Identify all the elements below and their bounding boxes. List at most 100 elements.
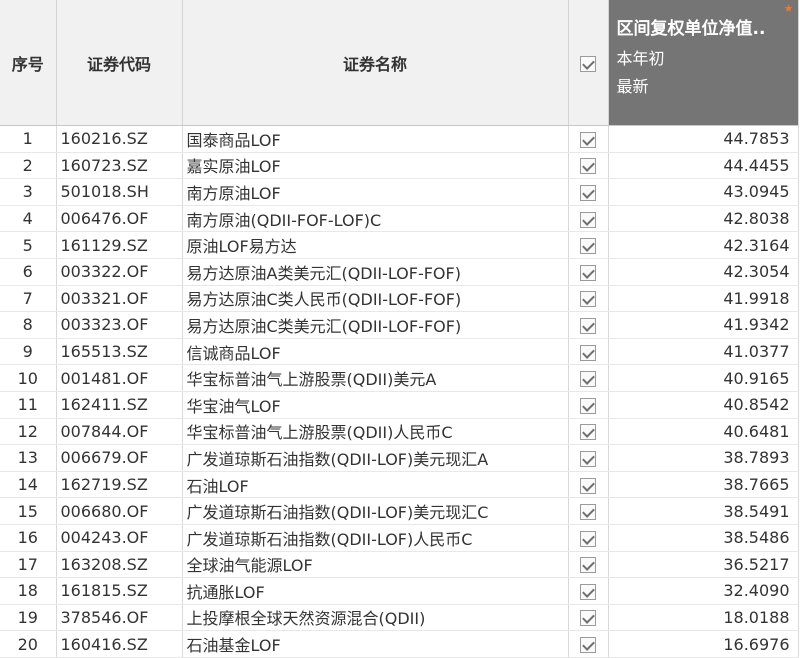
row-select-cell[interactable] (568, 524, 609, 552)
security-name[interactable]: 广发道琼斯石油指数(QDII-LOF)人民币C (182, 524, 569, 552)
row-checkbox[interactable] (580, 424, 596, 441)
row-checkbox[interactable] (580, 450, 596, 467)
table-row[interactable]: 19 378546.OF 上投摩根全球天然资源混合(QDII) 18.0188 (0, 604, 799, 632)
security-code[interactable]: 162719.SZ (56, 471, 183, 499)
security-name[interactable]: 嘉实原油LOF (182, 152, 569, 180)
table-row[interactable]: 20 160416.SZ 石油基金LOF 16.6976 (0, 630, 799, 658)
row-checkbox[interactable] (580, 637, 596, 654)
table-row[interactable]: 13 006679.OF 广发道琼斯石油指数(QDII-LOF)美元现汇A 38.78… (0, 444, 799, 472)
row-select-cell[interactable] (568, 231, 609, 259)
row-checkbox[interactable] (580, 184, 596, 201)
row-checkbox[interactable] (580, 317, 596, 334)
security-code[interactable]: 163208.SZ (56, 551, 183, 579)
security-name[interactable]: 易方达原油A类美元汇(QDII-LOF-FOF) (182, 258, 569, 286)
security-code[interactable]: 006476.OF (56, 205, 183, 233)
security-name[interactable]: 石油基金LOF (182, 630, 569, 658)
table-row[interactable]: 3 501018.SH 南方原油LOF 43.0945 (0, 178, 799, 206)
security-code[interactable]: 003322.OF (56, 258, 183, 286)
row-select-cell[interactable] (568, 125, 609, 153)
row-select-cell[interactable] (568, 471, 609, 499)
table-row[interactable]: 5 161129.SZ 原油LOF易方达 42.3164 (0, 231, 799, 259)
table-row[interactable]: 12 007844.OF 华宝标普油气上游股票(QDII)人民币C 40.6481 (0, 418, 799, 446)
row-select-cell[interactable] (568, 577, 609, 605)
security-code[interactable]: 160723.SZ (56, 152, 183, 180)
row-checkbox[interactable] (580, 583, 596, 600)
row-select-cell[interactable] (568, 630, 609, 658)
security-code[interactable]: 006679.OF (56, 444, 183, 472)
row-checkbox[interactable] (580, 477, 596, 494)
table-row[interactable]: 18 161815.SZ 抗通胀LOF 32.4090 (0, 577, 799, 605)
row-checkbox[interactable] (580, 131, 596, 148)
table-row[interactable]: 1 160216.SZ 国泰商品LOF 44.7853 (0, 125, 799, 153)
row-checkbox[interactable] (580, 371, 596, 388)
security-code[interactable]: 378546.OF (56, 604, 183, 632)
row-select-cell[interactable] (568, 205, 609, 233)
row-checkbox[interactable] (580, 557, 596, 574)
row-select-cell[interactable] (568, 178, 609, 206)
security-code[interactable]: 007844.OF (56, 418, 183, 446)
security-code[interactable]: 001481.OF (56, 364, 183, 392)
security-name[interactable]: 华宝标普油气上游股票(QDII)美元A (182, 364, 569, 392)
security-code[interactable]: 003323.OF (56, 311, 183, 339)
header-name[interactable]: 证券名称 (182, 0, 569, 126)
row-checkbox[interactable] (580, 504, 596, 521)
security-code[interactable]: 165513.SZ (56, 338, 183, 366)
table-row[interactable]: 10 001481.OF 华宝标普油气上游股票(QDII)美元A 40.9165 (0, 364, 799, 392)
row-checkbox[interactable] (580, 610, 596, 627)
table-row[interactable]: 4 006476.OF 南方原油(QDII-FOF-LOF)C 42.8038 (0, 205, 799, 233)
header-metric[interactable]: ★ 区间复权单位净值.. 本年初 最新 (608, 0, 799, 126)
row-checkbox[interactable] (580, 238, 596, 255)
security-code[interactable]: 006680.OF (56, 497, 183, 525)
row-checkbox[interactable] (580, 211, 596, 228)
table-row[interactable]: 16 004243.OF 广发道琼斯石油指数(QDII-LOF)人民币C 38.548… (0, 524, 799, 552)
security-code[interactable]: 003321.OF (56, 285, 183, 313)
row-select-cell[interactable] (568, 311, 609, 339)
security-code[interactable]: 004243.OF (56, 524, 183, 552)
select-all-checkbox[interactable] (580, 55, 596, 72)
security-code[interactable]: 160216.SZ (56, 125, 183, 153)
security-name[interactable]: 上投摩根全球天然资源混合(QDII) (182, 604, 569, 632)
security-name[interactable]: 抗通胀LOF (182, 577, 569, 605)
table-row[interactable]: 8 003323.OF 易方达原油C类美元汇(QDII-LOF-FOF) 41.934… (0, 311, 799, 339)
table-row[interactable]: 2 160723.SZ 嘉实原油LOF 44.4455 (0, 152, 799, 180)
row-select-cell[interactable] (568, 551, 609, 579)
security-name[interactable]: 国泰商品LOF (182, 125, 569, 153)
row-checkbox[interactable] (580, 291, 596, 308)
security-name[interactable]: 华宝油气LOF (182, 391, 569, 419)
security-name[interactable]: 全球油气能源LOF (182, 551, 569, 579)
table-row[interactable]: 11 162411.SZ 华宝油气LOF 40.8542 (0, 391, 799, 419)
table-row[interactable]: 14 162719.SZ 石油LOF 38.7665 (0, 471, 799, 499)
security-code[interactable]: 501018.SH (56, 178, 183, 206)
row-checkbox[interactable] (580, 264, 596, 281)
row-checkbox[interactable] (580, 344, 596, 361)
table-row[interactable]: 9 165513.SZ 信诚商品LOF 41.0377 (0, 338, 799, 366)
row-select-cell[interactable] (568, 497, 609, 525)
security-name[interactable]: 南方原油(QDII-FOF-LOF)C (182, 205, 569, 233)
row-checkbox[interactable] (580, 158, 596, 175)
security-name[interactable]: 华宝标普油气上游股票(QDII)人民币C (182, 418, 569, 446)
header-select-all[interactable] (568, 0, 609, 126)
row-select-cell[interactable] (568, 444, 609, 472)
row-select-cell[interactable] (568, 391, 609, 419)
security-code[interactable]: 161129.SZ (56, 231, 183, 259)
table-row[interactable]: 7 003321.OF 易方达原油C类人民币(QDII-LOF-FOF) 41.991… (0, 285, 799, 313)
row-select-cell[interactable] (568, 285, 609, 313)
table-row[interactable]: 15 006680.OF 广发道琼斯石油指数(QDII-LOF)美元现汇C 38.54… (0, 497, 799, 525)
security-name[interactable]: 易方达原油C类美元汇(QDII-LOF-FOF) (182, 311, 569, 339)
security-name[interactable]: 石油LOF (182, 471, 569, 499)
header-code[interactable]: 证券代码 (56, 0, 183, 126)
row-select-cell[interactable] (568, 152, 609, 180)
security-code[interactable]: 161815.SZ (56, 577, 183, 605)
security-name[interactable]: 广发道琼斯石油指数(QDII-LOF)美元现汇A (182, 444, 569, 472)
security-name[interactable]: 原油LOF易方达 (182, 231, 569, 259)
security-name[interactable]: 信诚商品LOF (182, 338, 569, 366)
security-name[interactable]: 广发道琼斯石油指数(QDII-LOF)美元现汇C (182, 497, 569, 525)
row-select-cell[interactable] (568, 258, 609, 286)
table-row[interactable]: 17 163208.SZ 全球油气能源LOF 36.5217 (0, 551, 799, 579)
row-select-cell[interactable] (568, 418, 609, 446)
row-checkbox[interactable] (580, 530, 596, 547)
security-code[interactable]: 162411.SZ (56, 391, 183, 419)
row-checkbox[interactable] (580, 397, 596, 414)
table-row[interactable]: 6 003322.OF 易方达原油A类美元汇(QDII-LOF-FOF) 42.305… (0, 258, 799, 286)
security-name[interactable]: 易方达原油C类人民币(QDII-LOF-FOF) (182, 285, 569, 313)
